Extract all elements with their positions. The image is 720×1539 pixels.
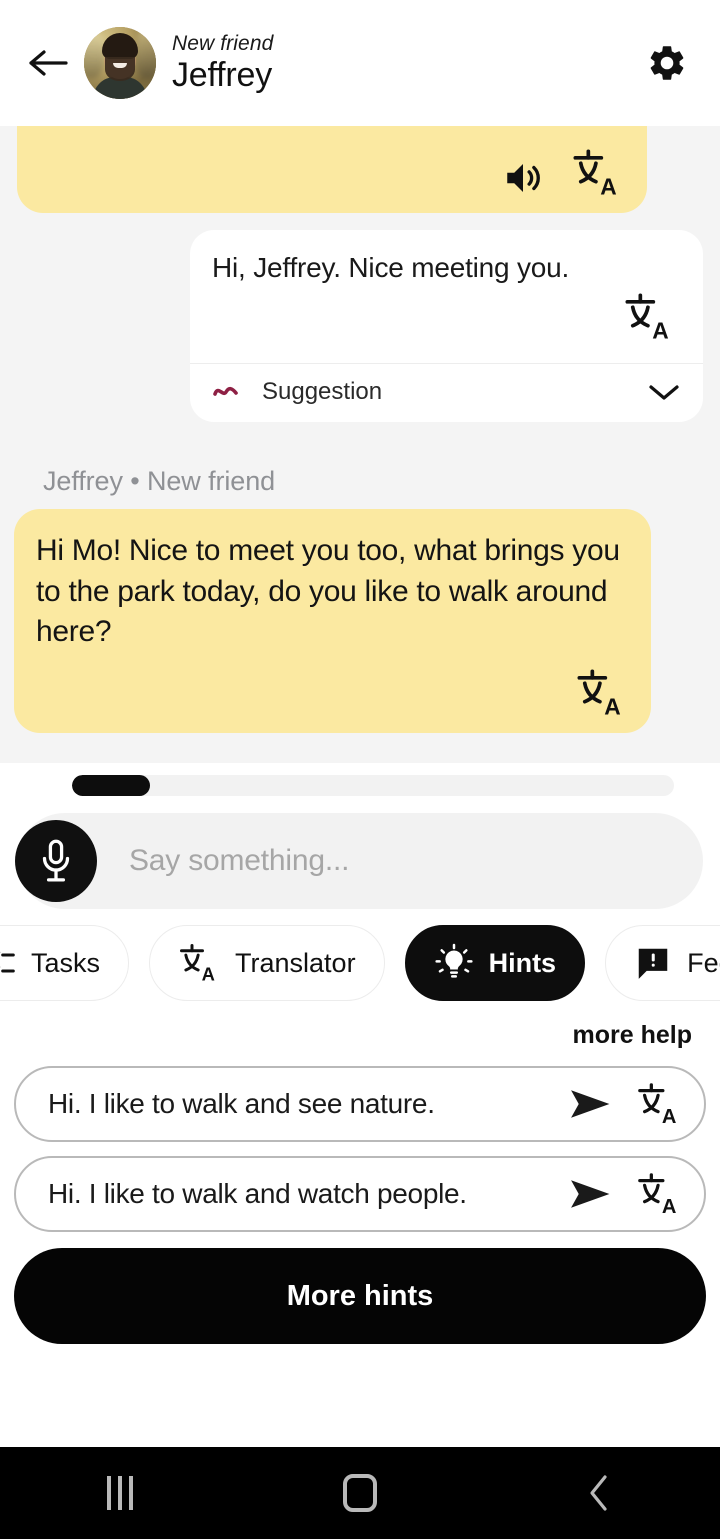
feedback-icon xyxy=(638,948,668,979)
toolbar-item-hints[interactable]: Hints xyxy=(404,925,586,1001)
lightbulb-icon xyxy=(434,943,473,978)
page-title: Jeffrey xyxy=(172,56,273,95)
outgoing-body: Hi, Jeffrey. Nice meeting you. A xyxy=(190,230,703,363)
svg-text:A: A xyxy=(202,964,215,985)
progress-bar-track xyxy=(72,774,674,796)
outgoing-actions: A xyxy=(212,285,681,353)
nav-home-button[interactable] xyxy=(300,1447,420,1539)
hint-text: Hi. I like to walk and watch people. xyxy=(48,1178,467,1209)
microphone-button[interactable] xyxy=(15,820,97,902)
speaker-icon[interactable] xyxy=(497,157,549,199)
toolbar-item-translator[interactable]: A Translator xyxy=(149,925,385,1001)
svg-text:A: A xyxy=(604,693,620,718)
more-hints-button[interactable]: More hints xyxy=(14,1248,706,1344)
speech-input-background xyxy=(17,813,703,909)
hint-suggestion-row[interactable]: Hi. I like to walk and watch people. A xyxy=(14,1156,706,1232)
translate-icon[interactable]: A xyxy=(571,147,623,199)
header-titles: New friend Jeffrey xyxy=(172,32,273,94)
translate-icon[interactable]: A xyxy=(575,667,627,719)
message-bubble-outgoing[interactable]: Hi, Jeffrey. Nice meeting you. A Suggest… xyxy=(190,230,703,422)
chevron-down-icon xyxy=(649,385,679,400)
hints-panel: more help Hi. I like to walk and see nat… xyxy=(0,1009,720,1344)
gear-icon xyxy=(650,46,684,80)
incoming-message-meta: Jeffrey • New friend xyxy=(43,466,276,496)
translate-icon[interactable]: A xyxy=(636,1171,682,1217)
nav-back-button[interactable] xyxy=(540,1447,660,1539)
incoming-text: Hi Mo! Nice to meet you too, what brings… xyxy=(36,534,620,648)
incoming-actions: A xyxy=(36,653,629,719)
recents-icon xyxy=(107,1476,133,1510)
chat-scroll-area[interactable]: A Hi, Jeffrey. Nice meeting you. A Sugge… xyxy=(0,126,720,763)
suggestion-expand-button[interactable] xyxy=(647,381,681,403)
send-icon[interactable] xyxy=(568,1177,614,1211)
toolbar-label-hints: Hints xyxy=(488,947,557,978)
hint-suggestion-row[interactable]: Hi. I like to walk and see nature. A xyxy=(14,1066,706,1142)
suggestion-label: Suggestion xyxy=(262,378,383,405)
hint-text: Hi. I like to walk and see nature. xyxy=(48,1088,435,1119)
avatar-beard xyxy=(105,57,135,81)
header-subtitle: New friend xyxy=(172,32,274,56)
toolbar-item-feedback[interactable]: Feedback xyxy=(605,925,720,1001)
input-area: Say something... xyxy=(0,763,720,909)
nav-recents-button[interactable] xyxy=(60,1447,180,1539)
svg-text:A: A xyxy=(662,1106,677,1127)
toolbar-item-tasks[interactable]: Tasks xyxy=(0,925,130,1001)
message-bubble-previous[interactable]: A xyxy=(17,126,647,213)
app-screen: New friend Jeffrey A Hi, Jeffrey. Nice m… xyxy=(0,0,720,1539)
squiggle-icon xyxy=(213,386,238,396)
progress-bar-wrapper xyxy=(17,763,703,807)
avatar[interactable] xyxy=(84,27,156,99)
speech-input-row[interactable]: Say something... xyxy=(15,813,703,909)
app-header: New friend Jeffrey xyxy=(0,0,720,126)
toolbar-label-tasks: Tasks xyxy=(31,947,101,978)
toolbar-label-feedback: Feedback xyxy=(687,947,720,978)
tasks-icon xyxy=(0,951,15,973)
arrow-left-icon xyxy=(29,50,68,76)
bottom-spacer xyxy=(0,1344,720,1447)
hint-actions: A xyxy=(568,1171,682,1217)
system-navigation-bar xyxy=(0,1447,720,1539)
suggestion-bar[interactable]: Suggestion xyxy=(190,363,703,422)
hint-actions: A xyxy=(568,1081,682,1127)
back-chevron-icon xyxy=(590,1475,607,1511)
message-bubble-incoming[interactable]: Hi Mo! Nice to meet you too, what brings… xyxy=(14,509,651,733)
home-icon xyxy=(343,1474,377,1512)
feature-toolbar[interactable]: Tasks A Translator Hints Fe xyxy=(0,917,720,1009)
translate-icon[interactable]: A xyxy=(636,1081,682,1127)
toolbar-label-translator: Translator xyxy=(235,947,356,978)
progress-bar-fill xyxy=(72,774,151,796)
more-help-link[interactable]: more help xyxy=(14,1009,706,1066)
svg-text:A: A xyxy=(662,1196,677,1217)
svg-text:A: A xyxy=(600,174,616,199)
send-icon[interactable] xyxy=(568,1087,614,1121)
avatar-bokeh-right xyxy=(136,27,156,79)
settings-button[interactable] xyxy=(640,36,694,90)
translate-icon[interactable]: A xyxy=(623,291,675,343)
translate-icon: A xyxy=(180,944,215,985)
avatar-bokeh-left xyxy=(84,31,104,79)
microphone-icon xyxy=(42,839,70,882)
back-button[interactable] xyxy=(22,37,74,89)
outgoing-text: Hi, Jeffrey. Nice meeting you. xyxy=(212,252,570,283)
speech-input-placeholder[interactable]: Say something... xyxy=(129,844,349,878)
svg-text:A: A xyxy=(652,318,668,343)
